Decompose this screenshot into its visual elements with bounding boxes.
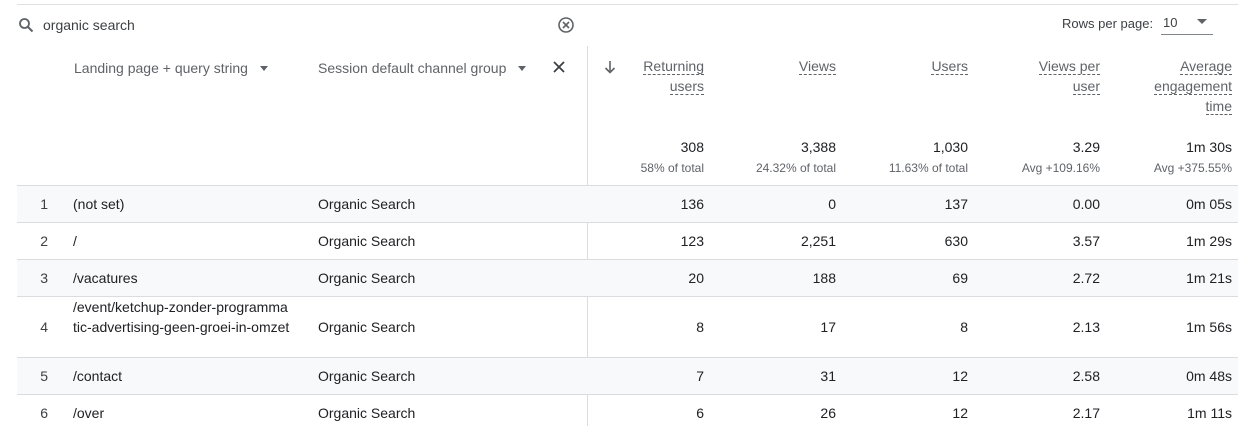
metric-header-views-per-user[interactable]: Views per user: [980, 56, 1100, 96]
metric-header-line: user: [1072, 78, 1100, 95]
remove-dimension-icon[interactable]: [552, 60, 566, 74]
row-channel-group: Organic Search: [318, 368, 416, 384]
chevron-down-icon: [259, 65, 268, 71]
row-views: 0: [828, 196, 836, 212]
row-views: 17: [820, 319, 836, 335]
row-views-per-user: 2.58: [1072, 368, 1100, 384]
row-avg-engagement-time: 1m 21s: [1186, 270, 1232, 286]
row-returning-users: 7: [696, 368, 704, 384]
dimension-header-channel-group[interactable]: Session default channel group: [318, 58, 527, 78]
row-views-per-user: 2.17: [1072, 405, 1100, 421]
row-views: 188: [812, 270, 836, 286]
toolbar-divider: [17, 4, 1238, 5]
rows-per-page-label: Rows per page:: [1062, 16, 1154, 31]
total-views-share: 24.32% of total: [755, 161, 836, 175]
row-avg-engagement-time: 1m 11s: [1187, 405, 1232, 421]
search-input[interactable]: organic search: [43, 17, 135, 33]
row-returning-users: 123: [680, 233, 704, 249]
row-users: 12: [952, 368, 968, 384]
row-landing-page: (not set): [73, 196, 125, 212]
row-index: 3: [40, 270, 48, 286]
dimension-header-landing-page[interactable]: Landing page + query string: [74, 58, 268, 78]
metric-header-line: Users: [931, 58, 968, 75]
row-views: 26: [820, 405, 836, 421]
row-views-per-user: 2.13: [1072, 319, 1100, 335]
total-users: 1,030: [932, 139, 968, 155]
row-users: 630: [944, 233, 968, 249]
row-landing-page: /contact: [73, 368, 123, 384]
total-avg-engagement-time: 1m 30s: [1186, 139, 1232, 155]
row-users: 8: [960, 319, 968, 335]
metric-header-returning-users[interactable]: Returning users: [584, 56, 704, 96]
metric-header-line: time: [1205, 98, 1232, 115]
row-index: 2: [40, 233, 48, 249]
row-landing-page: /event/ketchup-zonder-programmatic-adver…: [73, 299, 290, 335]
metric-header-line: engagement: [1154, 78, 1232, 95]
row-returning-users: 20: [688, 270, 704, 286]
row-views: 2,251: [800, 233, 836, 249]
row-channel-group: Organic Search: [318, 319, 416, 335]
row-avg-engagement-time: 1m 56s: [1186, 319, 1232, 335]
rows-per-page-select[interactable]: 10: [1161, 13, 1213, 35]
table-row[interactable]: 2 / Organic Search 123 2,251 630 3.57 1m…: [17, 222, 1238, 259]
row-channel-group: Organic Search: [318, 233, 416, 249]
row-views-per-user: 0.00: [1072, 196, 1100, 212]
table-row[interactable]: 4 /event/ketchup-zonder-programmatic-adv…: [17, 296, 1238, 357]
row-users: 12: [952, 405, 968, 421]
total-returning-users-share: 58% of total: [640, 161, 704, 175]
row-returning-users: 8: [696, 319, 704, 335]
table-row[interactable]: 3 /vacatures Organic Search 20 188 69 2.…: [17, 259, 1238, 296]
row-users: 137: [944, 196, 968, 212]
row-avg-engagement-time: 0m 05s: [1186, 196, 1232, 212]
row-avg-engagement-time: 0m 48s: [1186, 368, 1232, 384]
chevron-down-icon: [1197, 19, 1207, 24]
row-views: 31: [820, 368, 836, 384]
dimension-header-label: Landing page + query string: [74, 60, 248, 76]
row-channel-group: Organic Search: [318, 270, 416, 286]
metric-header-avg-engagement-time[interactable]: Average engagement time: [1112, 56, 1232, 116]
row-landing-page: /over: [73, 405, 105, 421]
dimension-header-label: Session default channel group: [318, 60, 507, 76]
total-views-per-user-avg: Avg +109.16%: [1021, 161, 1100, 175]
table-row[interactable]: 6 /over Organic Search 6 26 12 2.17 1m 1…: [17, 394, 1238, 426]
row-index: 5: [40, 368, 48, 384]
total-views: 3,388: [800, 139, 836, 155]
row-users: 69: [952, 270, 968, 286]
row-views-per-user: 3.57: [1072, 233, 1100, 249]
metric-header-line: Views: [798, 58, 836, 75]
row-channel-group: Organic Search: [318, 405, 416, 421]
row-landing-page: /vacatures: [73, 270, 138, 286]
row-landing-page: /: [73, 233, 77, 249]
total-views-per-user: 3.29: [1072, 139, 1100, 155]
metric-header-line: Returning: [643, 58, 704, 75]
metric-header-line: Average: [1180, 58, 1232, 75]
rows-per-page-value: 10: [1163, 15, 1178, 30]
row-views-per-user: 2.72: [1072, 270, 1100, 286]
table-row[interactable]: 5 /contact Organic Search 7 31 12 2.58 0…: [17, 357, 1238, 394]
total-returning-users: 308: [680, 139, 704, 155]
chevron-down-icon: [518, 65, 527, 71]
row-channel-group: Organic Search: [318, 196, 416, 212]
metric-header-views[interactable]: Views: [716, 56, 836, 76]
row-avg-engagement-time: 1m 29s: [1186, 233, 1232, 249]
total-avg-engagement-time-avg: Avg +375.55%: [1153, 161, 1232, 175]
row-index: 6: [40, 405, 48, 421]
table-row[interactable]: 1 (not set) Organic Search 136 0 137 0.0…: [17, 185, 1238, 222]
metric-header-line: Views per: [1038, 58, 1100, 75]
total-users-share: 11.63% of total: [888, 161, 968, 175]
row-index: 4: [40, 319, 48, 335]
clear-search-icon[interactable]: [557, 16, 575, 34]
row-index: 1: [40, 196, 48, 212]
search-icon: [19, 18, 34, 33]
row-returning-users: 136: [680, 196, 704, 212]
row-returning-users: 6: [696, 405, 704, 421]
metric-header-users[interactable]: Users: [848, 56, 968, 76]
table-toolbar: organic search Rows per page: 10: [0, 0, 1238, 46]
metric-header-line: users: [669, 78, 704, 95]
